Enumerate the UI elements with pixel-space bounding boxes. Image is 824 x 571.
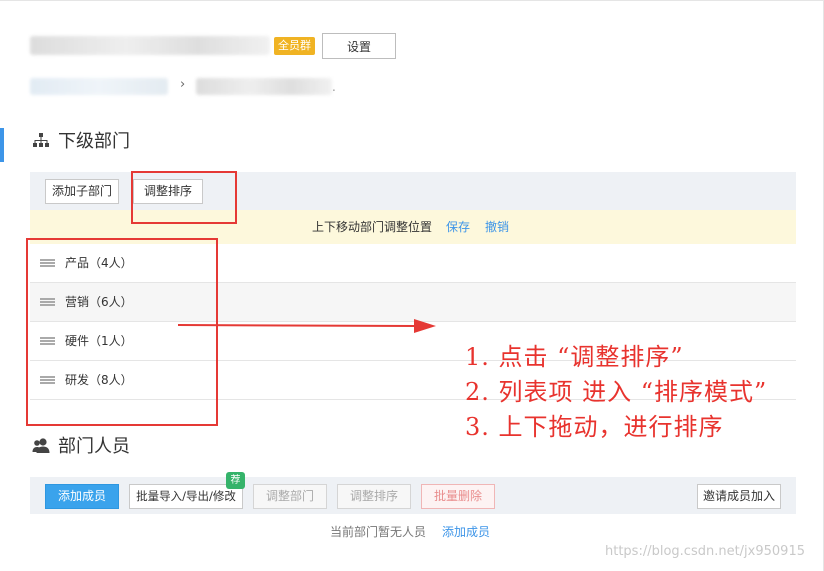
- watermark: https://blog.csdn.net/jx950915: [605, 544, 805, 559]
- sub-departments-heading: 下级部门: [32, 127, 130, 153]
- company-name-redacted: [30, 36, 270, 55]
- sort-mode-notice-text: 上下移动部门调整位置: [312, 220, 433, 234]
- annotation-step-3: 3. 上下拖动，进行排序: [465, 413, 724, 441]
- annotation-step-1: 1. 点击 “调整排序”: [465, 343, 684, 371]
- adjust-department-button[interactable]: 调整部门: [253, 484, 327, 509]
- breadcrumb-root-redacted[interactable]: [30, 78, 168, 95]
- settings-button[interactable]: 设置: [322, 33, 396, 59]
- annotation-step-2: 2. 列表项 进入 “排序模式”: [465, 378, 768, 406]
- highlight-adjust-order: [131, 171, 237, 224]
- left-edge-tab[interactable]: [0, 128, 4, 162]
- members-toolbar: 添加成员 批量导入/导出/修改 调整部门 调整排序 批量删除 邀请成员加入: [30, 477, 796, 514]
- breadcrumb-current-redacted: [196, 78, 332, 95]
- breadcrumb-tail: .: [332, 80, 336, 94]
- invite-members-button[interactable]: 邀请成员加入: [697, 484, 781, 509]
- sub-departments-title: 下级部门: [58, 131, 130, 152]
- all-staff-badge: 全员群: [274, 37, 315, 55]
- add-member-button[interactable]: 添加成员: [45, 484, 119, 509]
- people-icon: [32, 438, 50, 453]
- batch-delete-button[interactable]: 批量删除: [421, 484, 495, 509]
- members-title: 部门人员: [58, 436, 130, 457]
- recommend-badge: 荐: [226, 472, 245, 489]
- save-order-link[interactable]: 保存: [446, 210, 470, 244]
- add-sub-department-button[interactable]: 添加子部门: [45, 179, 119, 204]
- annotation-arrow-icon: [178, 319, 436, 333]
- empty-members-tip: 当前部门暂无人员: [330, 525, 427, 539]
- members-heading: 部门人员: [32, 432, 130, 458]
- member-adjust-order-button[interactable]: 调整排序: [337, 484, 411, 509]
- breadcrumb-separator: ›: [180, 77, 186, 92]
- org-tree-icon: [33, 133, 49, 147]
- empty-add-member-link[interactable]: 添加成员: [442, 523, 490, 540]
- undo-order-link[interactable]: 撤销: [485, 210, 509, 244]
